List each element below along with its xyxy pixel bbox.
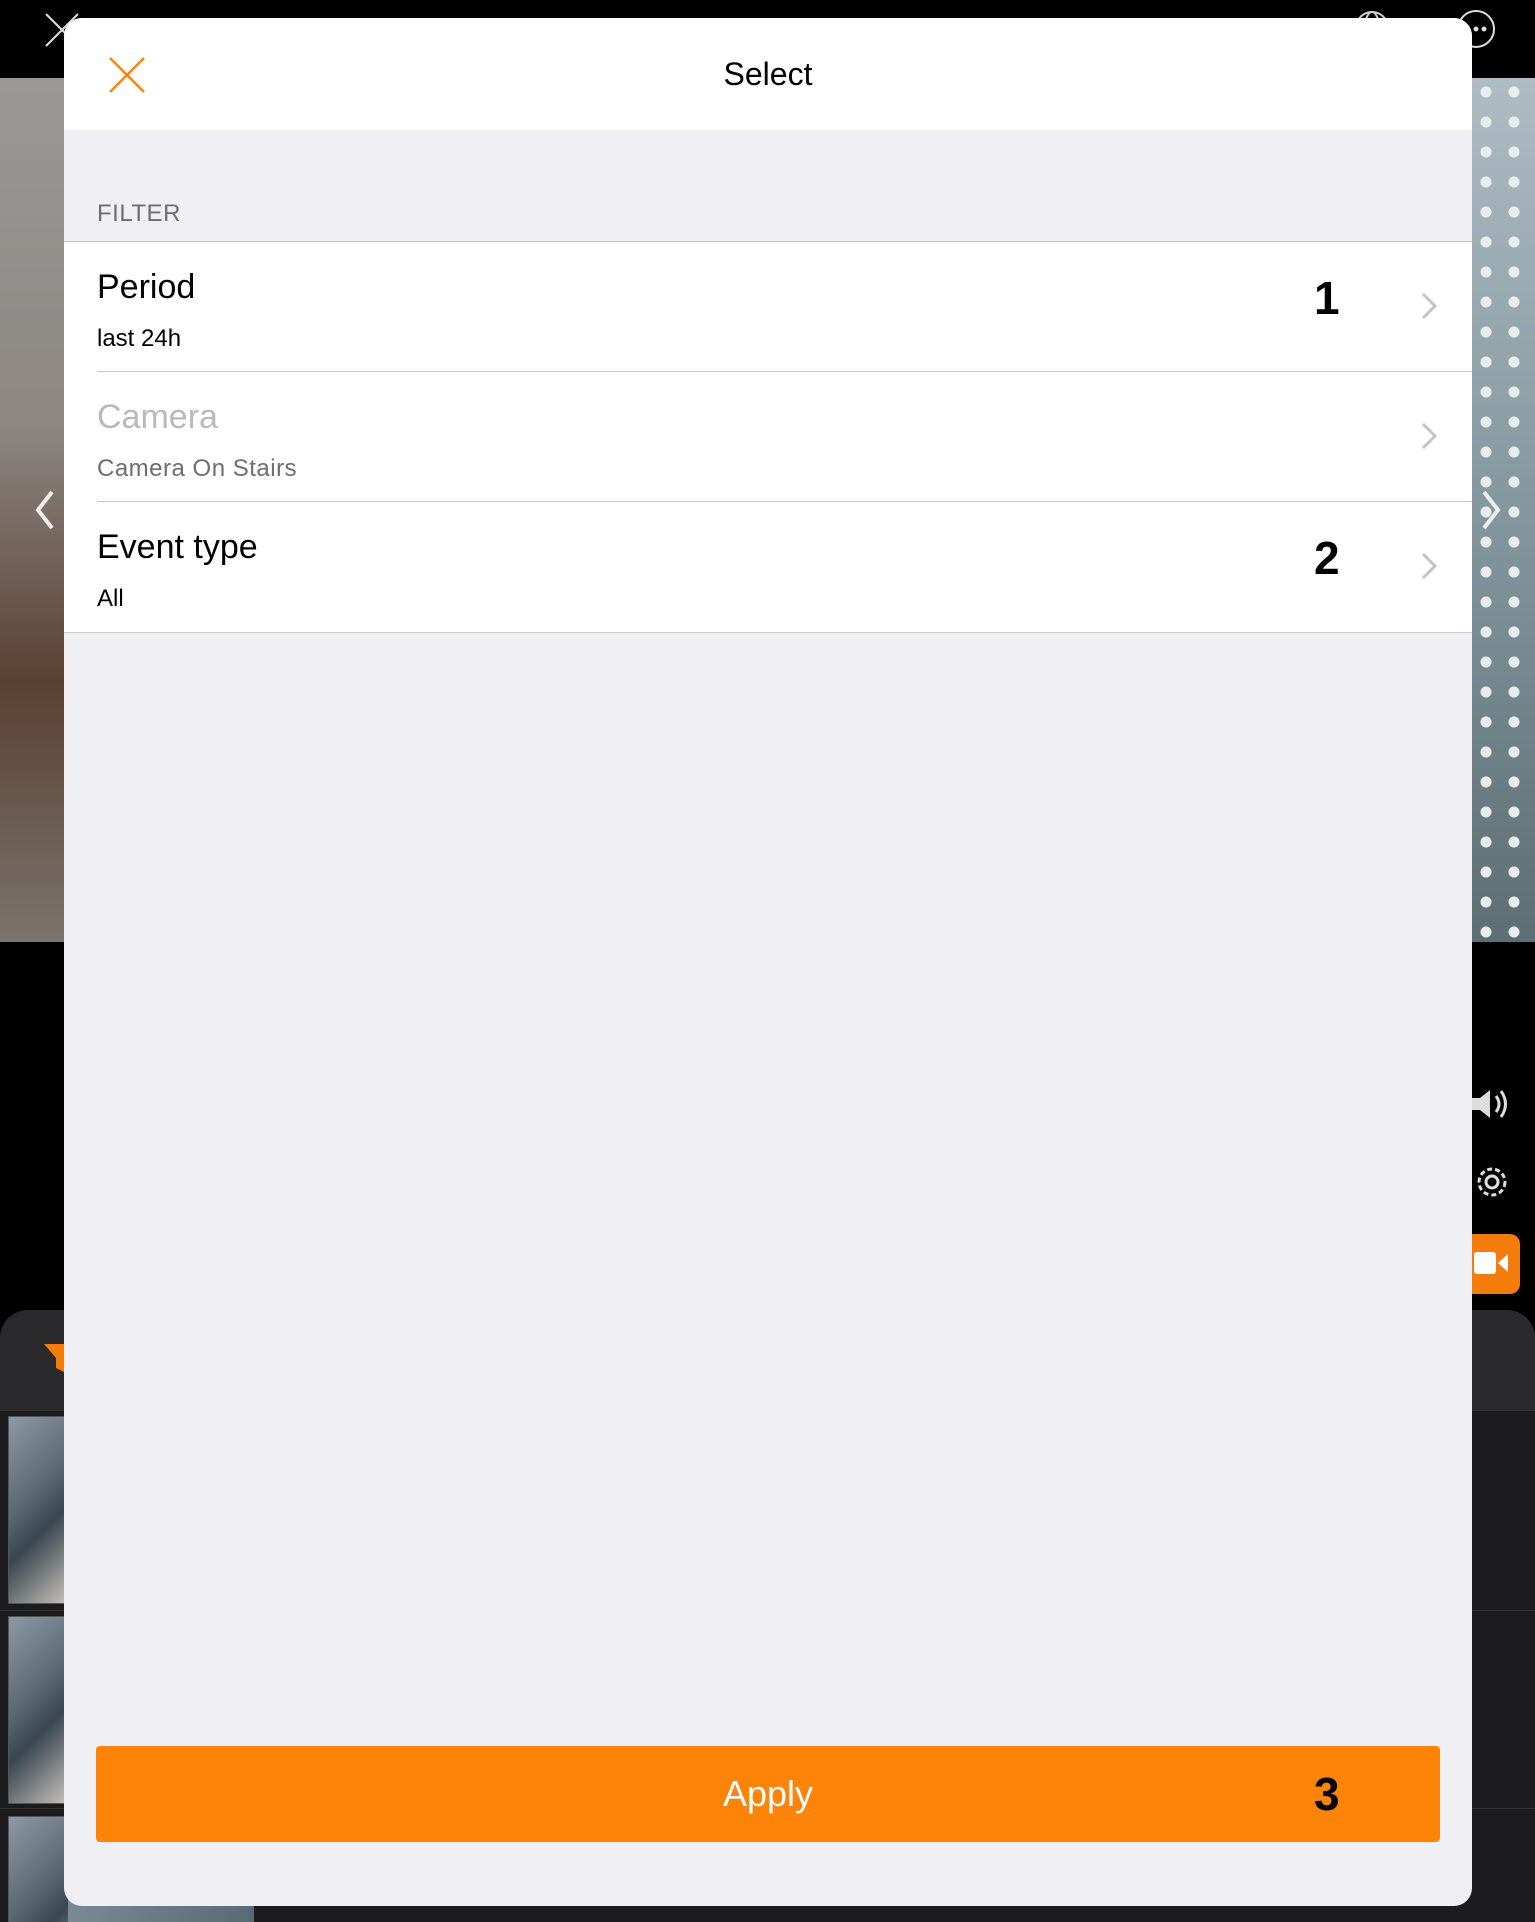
callout-number: 1	[1314, 272, 1340, 324]
video-camera-icon	[1474, 1252, 1508, 1274]
modal-header: Select	[64, 18, 1472, 130]
row-title: Event type	[97, 528, 258, 566]
modal-title: Select	[723, 56, 813, 92]
apply-label: Apply	[722, 1773, 814, 1814]
row-value: last 24h	[97, 325, 182, 352]
row-value: Camera On Stairs	[97, 455, 298, 482]
callout-number: 3	[1314, 1768, 1340, 1820]
row-title: Camera	[97, 398, 218, 436]
chevron-right-icon	[1421, 292, 1438, 320]
callout-number: 2	[1314, 532, 1340, 584]
next-arrow-icon[interactable]	[1478, 488, 1504, 532]
background-event-thumbnail[interactable]	[8, 1616, 70, 1804]
filter-row-event-type[interactable]: Event type All 2	[64, 502, 1472, 632]
chevron-right-icon	[1421, 552, 1438, 580]
previous-arrow-icon[interactable]	[32, 488, 58, 532]
chevron-right-icon	[1421, 422, 1438, 450]
row-title: Period	[97, 268, 196, 306]
gear-icon[interactable]	[1470, 1160, 1514, 1204]
filter-row-period[interactable]: Period last 24h 1	[64, 242, 1472, 372]
filter-list: Period last 24h 1 Camera Camera On Stair…	[64, 241, 1472, 633]
speaker-icon[interactable]	[1468, 1082, 1514, 1126]
apply-button[interactable]: Apply 3	[96, 1746, 1440, 1842]
background-event-thumbnail[interactable]	[8, 1816, 70, 1922]
background-event-thumbnail[interactable]	[8, 1416, 70, 1604]
select-filter-modal: Select FILTER Period last 24h 1 Camera C…	[64, 18, 1472, 1906]
row-value: All	[97, 585, 124, 612]
filter-row-camera[interactable]: Camera Camera On Stairs	[64, 372, 1472, 502]
section-label: FILTER	[97, 200, 181, 227]
